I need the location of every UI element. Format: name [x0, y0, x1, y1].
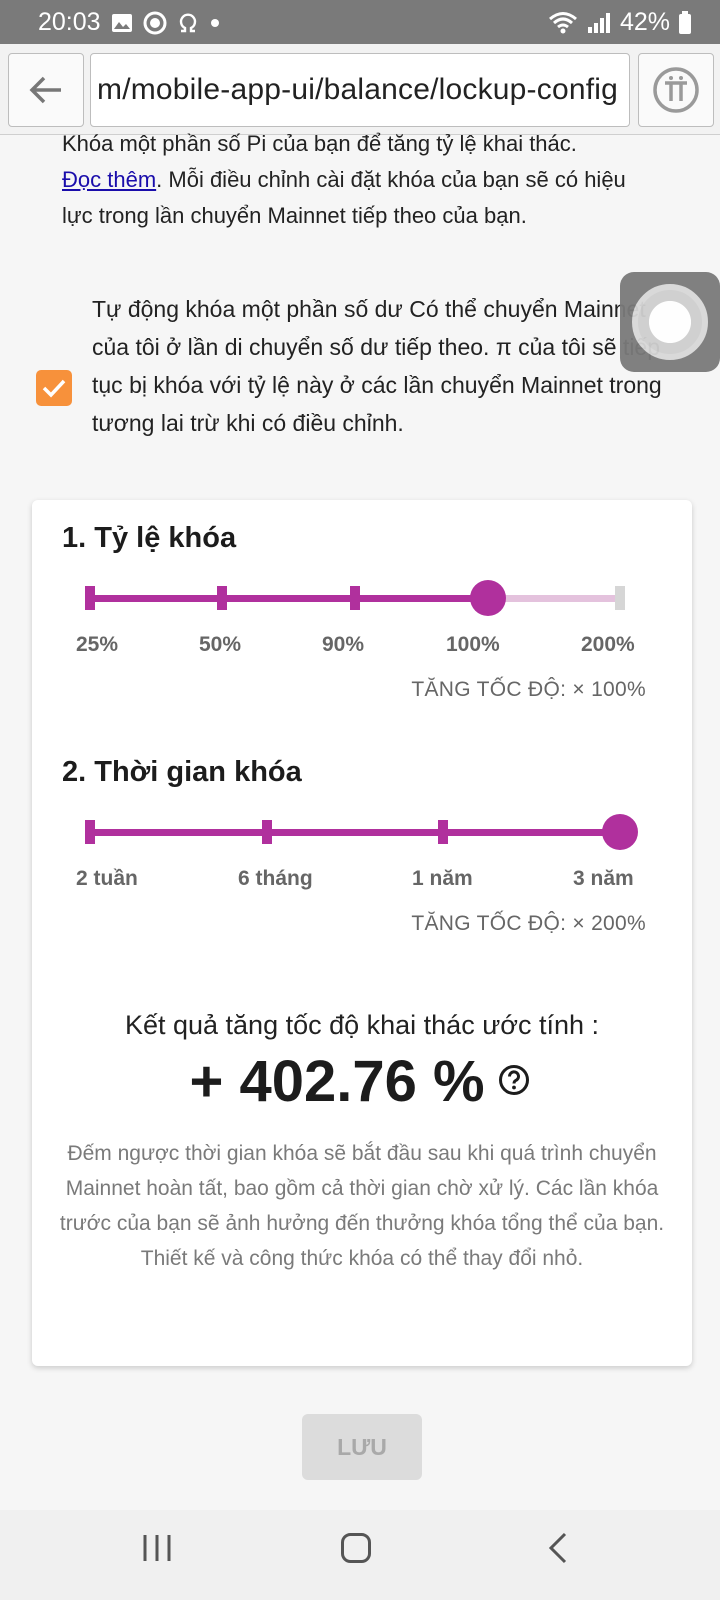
auto-lock-checkbox[interactable]: [36, 370, 72, 406]
lock-ratio-track-rest: [488, 595, 620, 602]
read-more-link[interactable]: Đọc thêm: [62, 167, 156, 192]
lock-time-thumb[interactable]: [602, 814, 638, 850]
intro-text: Khóa một phần số Pi của bạn để tăng tỷ l…: [62, 126, 662, 234]
checkmark-icon: [42, 379, 66, 398]
lock-ratio-slider[interactable]: [85, 578, 672, 618]
auto-lock-text: Tự động khóa một phần số dư Có thể chuyể…: [92, 296, 662, 436]
system-nav-bar: [0, 1510, 720, 1600]
save-button[interactable]: LƯU: [302, 1414, 422, 1480]
lock-time-track-fill: [90, 829, 620, 836]
arrow-left-icon: [29, 76, 61, 104]
back-nav-icon[interactable]: [548, 1532, 568, 1564]
url-text: m/mobile-app-ui/balance/lockup-config: [97, 73, 619, 106]
lock-ratio-label[interactable]: 200%: [581, 633, 635, 657]
lock-ratio-labels: 25% 50% 90% 100% 200%: [76, 633, 666, 663]
wifi-icon: [548, 11, 577, 33]
intro-line: Khóa một phần số Pi của bạn để tăng tỷ l…: [62, 131, 577, 156]
battery-icon: [679, 10, 691, 34]
gallery-icon: [111, 13, 132, 32]
lock-ratio-track-fill: [90, 595, 488, 602]
lock-time-boost: TĂNG TỐC ĐỘ: × 200%: [411, 912, 646, 935]
lock-time-label[interactable]: 6 tháng: [238, 867, 313, 891]
help-icon[interactable]: [498, 1064, 530, 1096]
lock-ratio-label[interactable]: 100%: [446, 633, 500, 657]
dot-icon: [210, 18, 219, 27]
browser-toolbar: m/mobile-app-ui/balance/lockup-config: [0, 44, 720, 135]
pi-browser-button[interactable]: [638, 53, 714, 127]
lock-time-slider[interactable]: [85, 812, 672, 852]
status-right: 42%: [548, 8, 692, 37]
lock-ratio-label[interactable]: 50%: [199, 633, 241, 657]
lock-ratio-tick-200[interactable]: [615, 586, 625, 610]
lock-ratio-thumb[interactable]: [470, 580, 506, 616]
status-left: 20:03: [38, 8, 221, 37]
omega-icon: [179, 12, 196, 32]
pi-logo-icon: [653, 67, 699, 113]
lock-time-title: 2. Thời gian khóa: [62, 756, 302, 788]
recent-apps-icon[interactable]: [142, 1532, 172, 1564]
record-icon: [143, 11, 167, 34]
assistive-circle-icon: [632, 284, 708, 360]
lockup-config-card: 1. Tỷ lệ khóa 25% 50% 90% 100% 200% TĂNG…: [32, 500, 692, 1366]
lock-time-tick-2-weeks[interactable]: [85, 820, 95, 844]
floating-assistive-button[interactable]: [620, 272, 720, 372]
lock-ratio-label[interactable]: 25%: [76, 633, 118, 657]
result-note: Đếm ngược thời gian khóa sẽ bắt đầu sau …: [59, 1142, 665, 1270]
lock-ratio-boost: TĂNG TỐC ĐỘ: × 100%: [411, 678, 646, 701]
lock-ratio-tick-50[interactable]: [217, 586, 227, 610]
lock-ratio-label[interactable]: 90%: [322, 633, 364, 657]
lock-time-label[interactable]: 3 năm: [573, 867, 634, 891]
back-button[interactable]: [8, 53, 84, 127]
lock-time-labels: 2 tuần 6 tháng 1 năm 3 năm: [76, 867, 666, 897]
result-title: Kết quả tăng tốc độ khai thác ước tính :: [124, 1010, 600, 1040]
lock-ratio-tick-25[interactable]: [85, 586, 95, 610]
clock: 20:03: [38, 8, 101, 36]
lock-time-label[interactable]: 1 năm: [412, 867, 473, 891]
lock-time-tick-6-months[interactable]: [262, 820, 272, 844]
lock-time-label[interactable]: 2 tuần: [76, 867, 138, 891]
signal-icon: [587, 12, 610, 33]
result-value: + 402.76 %: [189, 1049, 485, 1114]
lock-time-tick-1-year[interactable]: [438, 820, 448, 844]
battery-percent: 42%: [619, 8, 670, 36]
lock-ratio-title: 1. Tỷ lệ khóa: [62, 522, 237, 554]
home-icon[interactable]: [340, 1532, 372, 1564]
url-bar[interactable]: m/mobile-app-ui/balance/lockup-config: [90, 53, 630, 127]
status-bar: 20:03 42%: [0, 0, 720, 44]
lock-ratio-tick-90[interactable]: [350, 586, 360, 610]
